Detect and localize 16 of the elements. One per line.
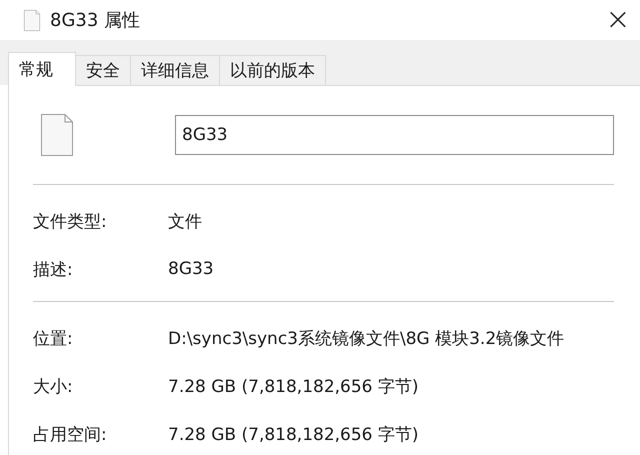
file-icon <box>24 10 40 30</box>
tab[interactable]: 常规 <box>8 52 76 86</box>
property-value: 7.28 GB (7,818,182,656 字节) <box>168 376 419 398</box>
tab[interactable]: 以前的版本 <box>219 55 326 85</box>
property-value: D:\sync3\sync3系统镜像文件\8G 模块3.2镜像文件 <box>168 328 564 350</box>
file-icon <box>41 114 73 156</box>
property-label: 大小: <box>33 376 74 398</box>
property-label: 文件类型: <box>33 210 108 232</box>
property-label: 描述: <box>33 258 74 280</box>
name-field[interactable]: 8G33 <box>175 115 614 155</box>
property-value: 8G33 <box>168 259 214 279</box>
property-label: 占用空间: <box>33 424 108 446</box>
property-value: 文件 <box>168 210 202 232</box>
window-title: 8G33 属性 <box>50 9 142 32</box>
property-label: 位置: <box>33 328 74 350</box>
property-value: 7.28 GB (7,818,182,656 字节) <box>168 424 419 446</box>
